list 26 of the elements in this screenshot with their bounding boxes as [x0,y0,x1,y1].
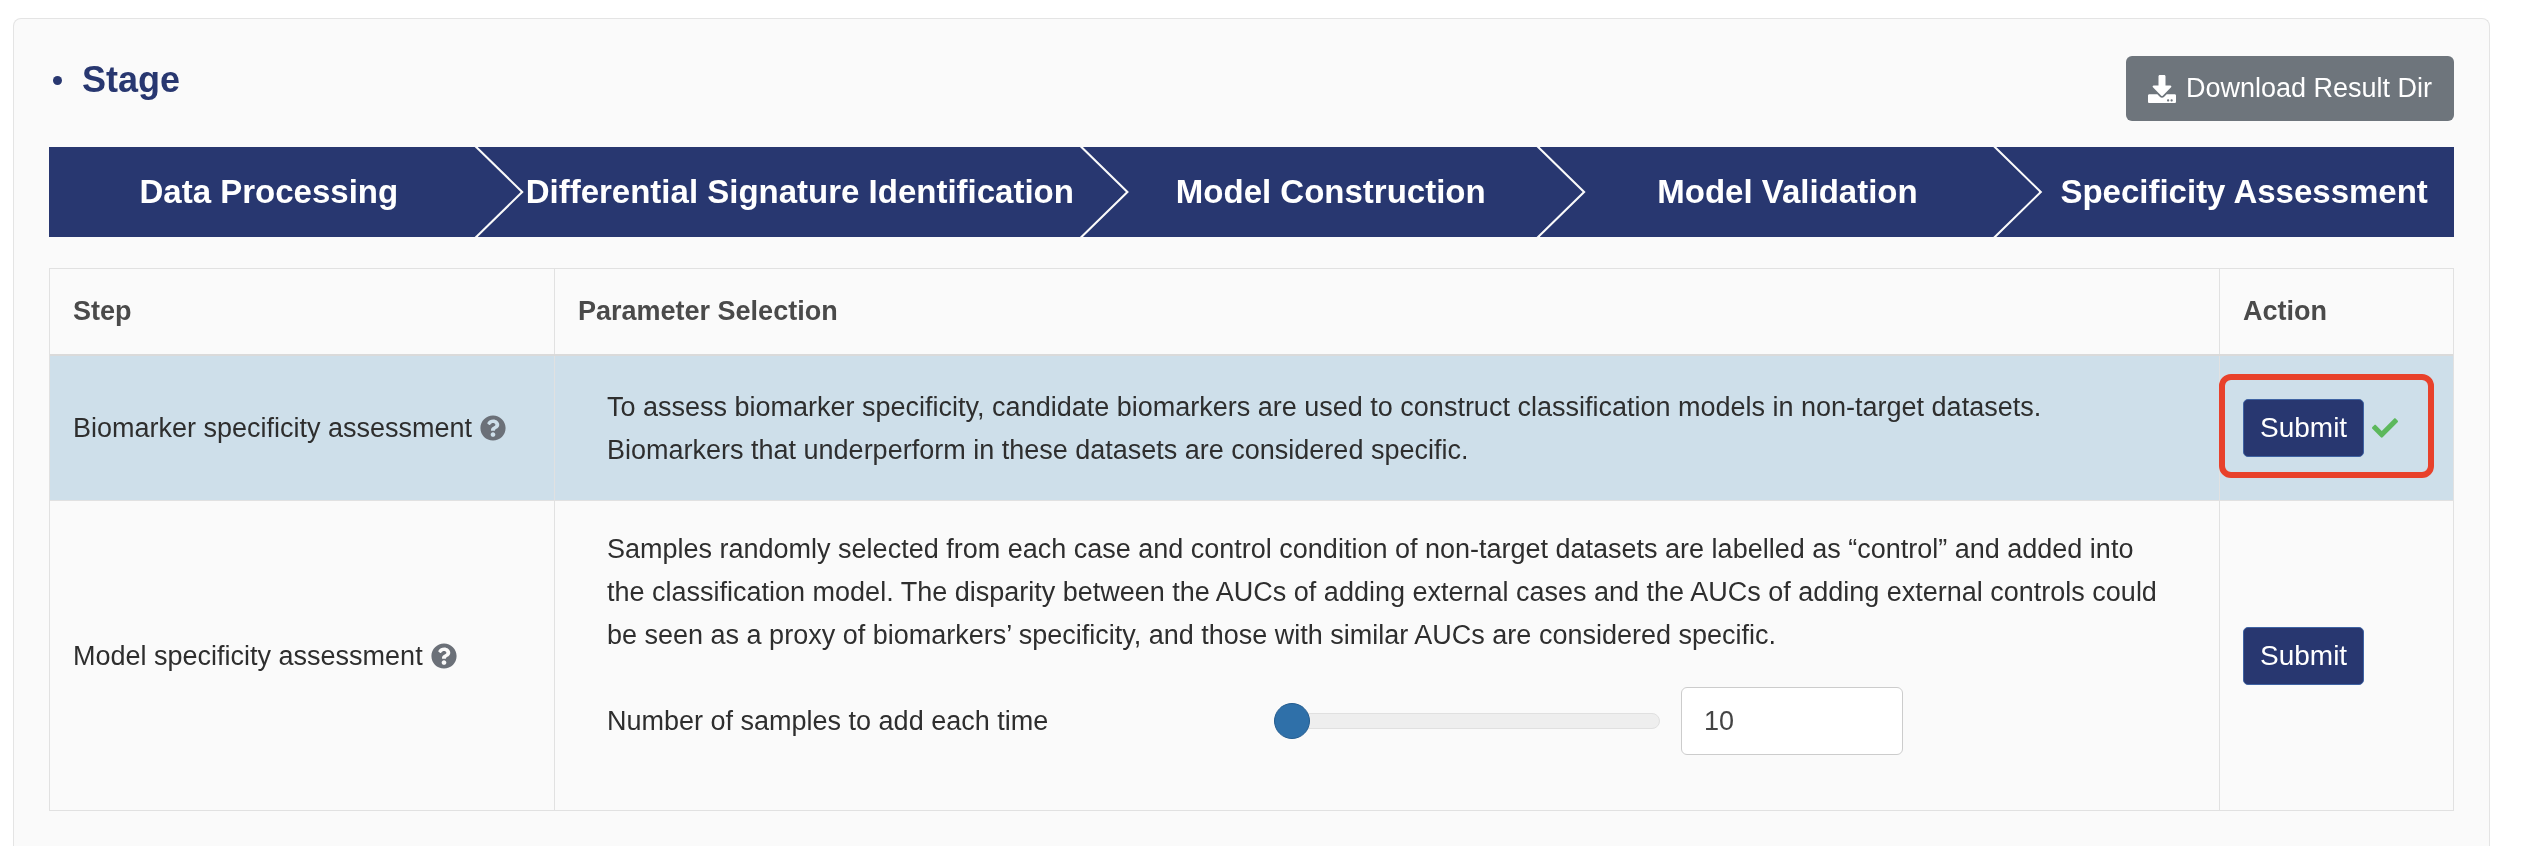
download-icon [2147,74,2176,103]
download-button[interactable]: Download Result Dir [2125,56,2454,121]
help-icon[interactable] [480,415,507,441]
table-row[interactable] [50,500,2453,810]
stage-step[interactable]: Differential Signature Identification [477,147,1126,237]
column-header: Step [72,295,133,328]
submit-button[interactable]: Submit [2243,399,2365,457]
step-label: Biomarker specificity assessment [73,412,473,445]
section-title: Stage [82,58,181,102]
step-description: Samples randomly selected from each case and control condition of non-target datasets are labelled as “control” and added into the classification model. The disparity between the AUCs of adding external cases and the AUCs of adding external controls could be seen as a proxy of biomarkers’ specificity, and those with similar AUCs are considered specific. [607,533,2158,652]
stage-step[interactable]: Model Construction [1082,147,1583,237]
table-row[interactable] [50,356,2453,500]
stage-step[interactable]: Model Validation [1539,147,2040,237]
bullet-icon [53,75,62,85]
slider-track[interactable] [1274,703,1660,739]
number-input[interactable]: 10 [1681,687,1903,755]
step-description: To assess biomarker specificity, candidate biomarkers are used to construct classification models in non-target datasets. Biomarkers that underperform in these datasets are considered specific. [607,391,2043,467]
step-label: Model specificity assessment [73,639,423,673]
help-icon[interactable] [430,642,457,669]
param-label: Number of samples to add each time [607,705,1050,738]
column-header: Parameter Selection [554,269,2219,354]
stage-step[interactable]: Specificity Assessment [1996,147,2454,237]
column-header: Action [2219,269,2453,354]
stage-step[interactable]: Data Processing [49,147,521,237]
slider-thumb[interactable] [1274,703,1310,739]
submit-button[interactable]: Submit [2243,626,2365,685]
